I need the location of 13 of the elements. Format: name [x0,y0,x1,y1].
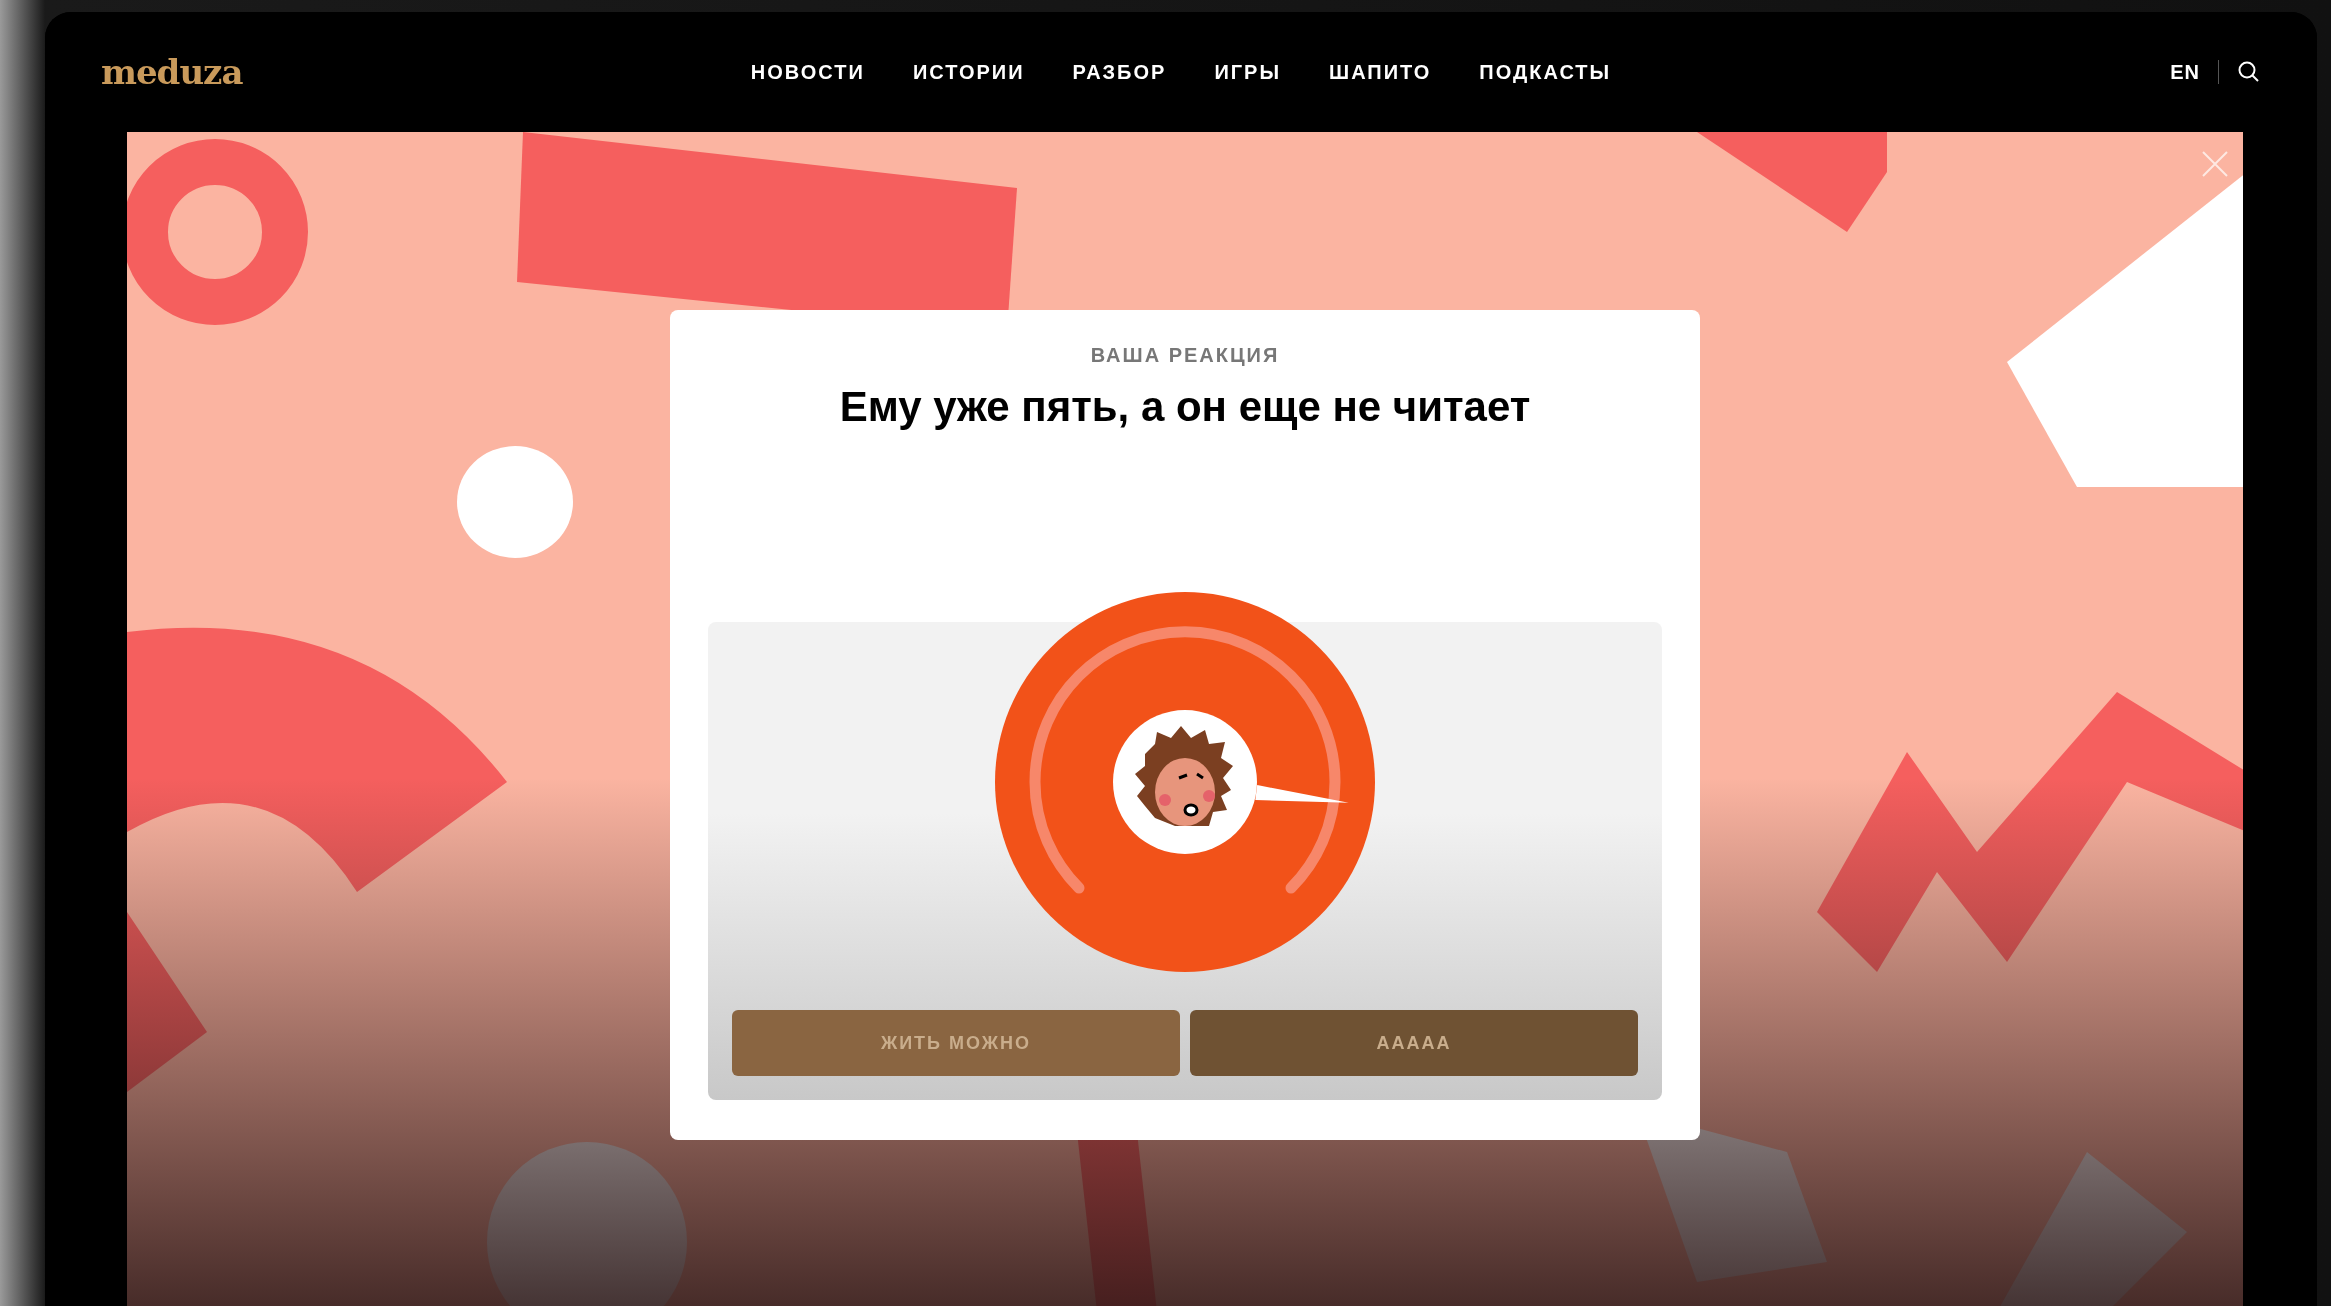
search-icon[interactable] [2237,60,2261,84]
language-link[interactable]: EN [2170,60,2200,84]
question-title: Ему уже пять, а он еще не читает [839,383,1531,431]
nav-link[interactable]: ПОДКАСТЫ [1479,60,1612,84]
nav-link[interactable]: ИСТОРИИ [912,60,1025,84]
nav-link[interactable]: НОВОСТИ [750,60,865,84]
section-label: ВАША РЕАКЦИЯ [1090,344,1280,367]
nav-link[interactable]: ШАПИТО [1329,60,1432,84]
nav-link[interactable]: ИГРЫ [1214,60,1282,84]
dial-needle[interactable] [1255,785,1349,803]
nav-link[interactable]: РАЗБОР [1072,60,1167,84]
site-logo[interactable]: meduza [101,52,661,92]
reaction-dial[interactable] [993,590,1377,974]
